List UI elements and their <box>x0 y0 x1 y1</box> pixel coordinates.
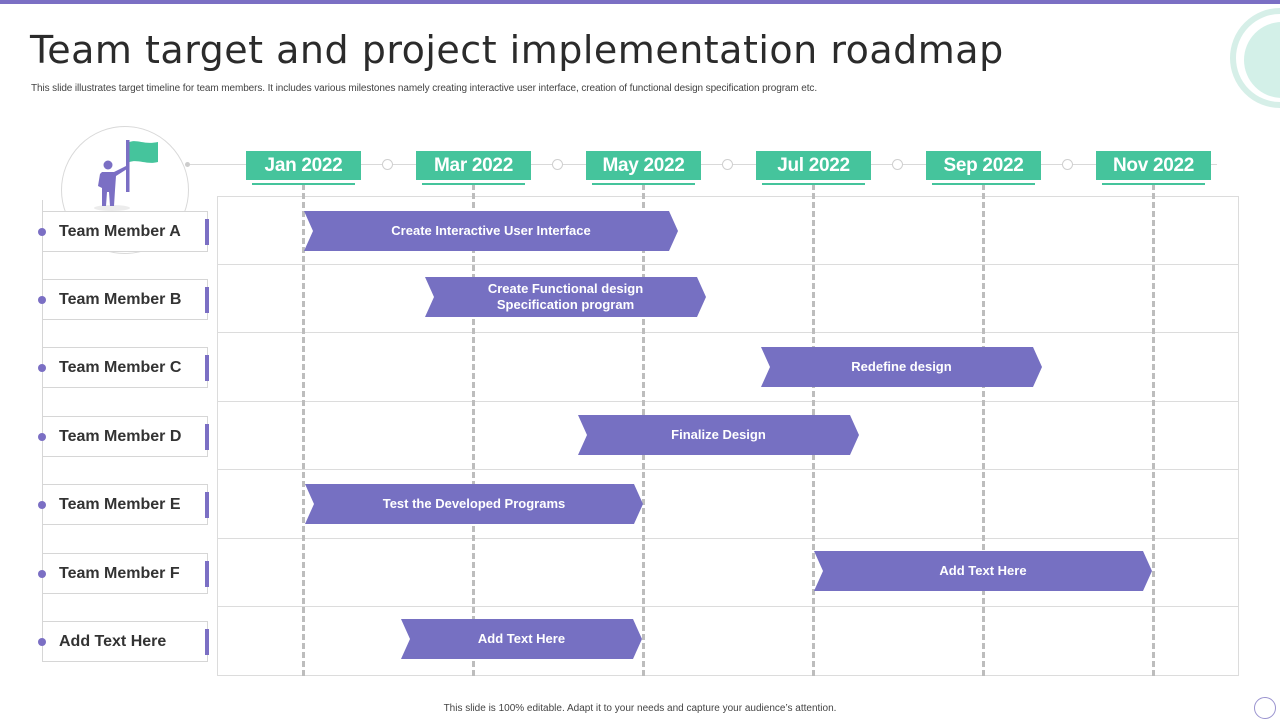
bullet-dot <box>38 433 46 441</box>
row-divider <box>217 538 1239 539</box>
month-label-jan: Jan 2022 <box>246 151 361 180</box>
task-bar-add-text-f[interactable]: Add Text Here <box>814 551 1152 591</box>
bullet-dot <box>38 570 46 578</box>
member-tab-accent <box>205 219 209 245</box>
month-gridline <box>472 184 475 676</box>
member-label: Team Member C <box>59 359 182 376</box>
member-card-d: Team Member D <box>38 416 209 457</box>
task-bar-interactive-ui[interactable]: Create Interactive User Interface <box>304 211 678 251</box>
bullet-dot <box>38 364 46 372</box>
member-card-e: Team Member E <box>38 484 209 525</box>
month-label-sep: Sep 2022 <box>926 151 1041 180</box>
task-bar-redefine-design[interactable]: Redefine design <box>761 347 1042 387</box>
month-label-jul: Jul 2022 <box>756 151 871 180</box>
row-divider <box>217 332 1239 333</box>
member-tab-accent <box>205 561 209 587</box>
timeline-node <box>382 159 393 170</box>
timeline-node <box>552 159 563 170</box>
month-label-may: May 2022 <box>586 151 701 180</box>
circle-outline-icon <box>1254 697 1276 719</box>
slide-title: Team target and project implementation r… <box>30 28 1004 72</box>
member-label: Team Member A <box>59 223 181 240</box>
member-tab-accent <box>205 492 209 518</box>
row-divider <box>217 264 1239 265</box>
task-label: Finalize Design <box>671 427 766 442</box>
task-bar-functional-spec[interactable]: Create Functional design Specification p… <box>425 277 706 317</box>
row-divider <box>217 401 1239 402</box>
month-underline <box>252 183 355 185</box>
member-label: Add Text Here <box>59 633 167 650</box>
member-card-f: Team Member F <box>38 553 209 594</box>
timeline-node <box>892 159 903 170</box>
bullet-dot <box>38 228 46 236</box>
member-label: Team Member B <box>59 291 182 308</box>
bullet-dot <box>38 296 46 304</box>
task-bar-finalize-design[interactable]: Finalize Design <box>578 415 859 455</box>
month-underline <box>422 183 525 185</box>
member-tab-accent <box>205 424 209 450</box>
timeline-node <box>722 159 733 170</box>
member-tab-accent <box>205 629 209 655</box>
month-gridline <box>1152 184 1155 676</box>
month-underline <box>932 183 1035 185</box>
member-tab-accent <box>205 287 209 313</box>
task-label: Redefine design <box>851 359 952 374</box>
member-card-extra: Add Text Here <box>38 621 209 662</box>
member-tab-accent <box>205 355 209 381</box>
month-gridline <box>302 184 305 676</box>
month-underline <box>762 183 865 185</box>
timeline-node <box>1062 159 1073 170</box>
member-card-c: Team Member C <box>38 347 209 388</box>
task-label: Add Text Here <box>939 563 1027 578</box>
bullet-dot <box>38 501 46 509</box>
top-accent-bar <box>0 0 1280 4</box>
member-label: Team Member E <box>59 496 181 513</box>
row-divider <box>217 606 1239 607</box>
task-label: Create Interactive User Interface <box>391 223 591 238</box>
month-underline <box>1102 183 1205 185</box>
person-with-flag-icon <box>94 140 158 211</box>
bullet-dot <box>38 638 46 646</box>
month-underline <box>592 183 695 185</box>
slide-subtitle: This slide illustrates target timeline f… <box>31 83 818 94</box>
member-card-a: Team Member A <box>38 211 209 252</box>
member-label: Team Member D <box>59 428 182 445</box>
member-label: Team Member F <box>59 565 180 582</box>
timeline-start-dot <box>185 162 190 167</box>
month-gridline <box>982 184 985 676</box>
month-label-mar: Mar 2022 <box>416 151 531 180</box>
slide-footer: This slide is 100% editable. Adapt it to… <box>443 703 837 714</box>
month-label-nov: Nov 2022 <box>1096 151 1211 180</box>
task-bar-add-text-extra[interactable]: Add Text Here <box>401 619 642 659</box>
member-card-b: Team Member B <box>38 279 209 320</box>
task-bar-test-programs[interactable]: Test the Developed Programs <box>305 484 643 524</box>
task-label: Add Text Here <box>477 631 566 646</box>
row-divider <box>217 469 1239 470</box>
task-label: Test the Developed Programs <box>382 496 566 511</box>
task-label: Create Functional design Specification p… <box>487 281 644 312</box>
